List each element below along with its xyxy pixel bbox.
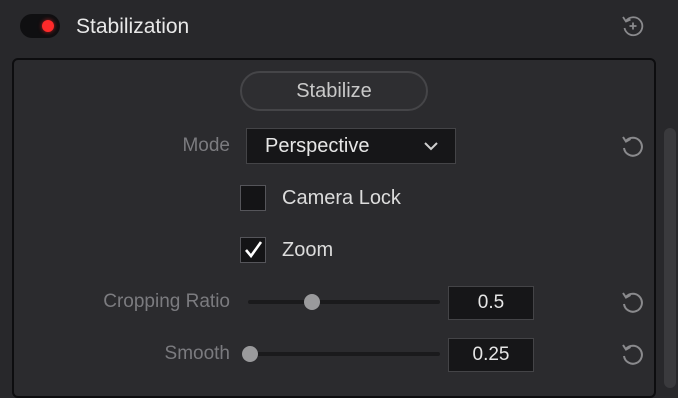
cropping-ratio-input[interactable]: 0.5 [448, 286, 534, 320]
reset-plus-icon[interactable] [620, 13, 646, 39]
cropping-ratio-slider-handle[interactable] [304, 294, 321, 310]
section-title: Stabilization [76, 15, 190, 38]
camera-lock-checkbox[interactable] [240, 185, 266, 211]
camera-lock-label: Camera Lock [282, 187, 401, 209]
checkmark-icon [245, 241, 263, 259]
mode-value: Perspective [265, 135, 370, 157]
mode-reset-icon[interactable] [619, 132, 647, 160]
cropping-ratio-label: Cropping Ratio [103, 291, 230, 312]
stabilize-button[interactable]: Stabilize [240, 71, 428, 111]
smooth-input[interactable]: 0.25 [448, 338, 534, 372]
smooth-label: Smooth [164, 343, 230, 364]
toggle-indicator [42, 20, 54, 32]
stabilization-enable-toggle[interactable] [20, 14, 60, 38]
zoom-checkbox[interactable] [240, 237, 266, 263]
inspector-header: Stabilization [0, 0, 678, 56]
smooth-slider-handle[interactable] [242, 346, 258, 362]
cropping-ratio-slider[interactable] [248, 300, 440, 304]
chevron-down-icon [424, 142, 438, 151]
smooth-reset-icon[interactable] [619, 340, 647, 368]
cropping-ratio-reset-icon[interactable] [619, 288, 647, 316]
vertical-scrollbar[interactable] [664, 128, 676, 388]
smooth-slider[interactable] [248, 352, 440, 356]
zoom-label: Zoom [282, 239, 334, 261]
mode-label: Mode [182, 135, 230, 156]
mode-dropdown[interactable]: Perspective [246, 128, 456, 164]
